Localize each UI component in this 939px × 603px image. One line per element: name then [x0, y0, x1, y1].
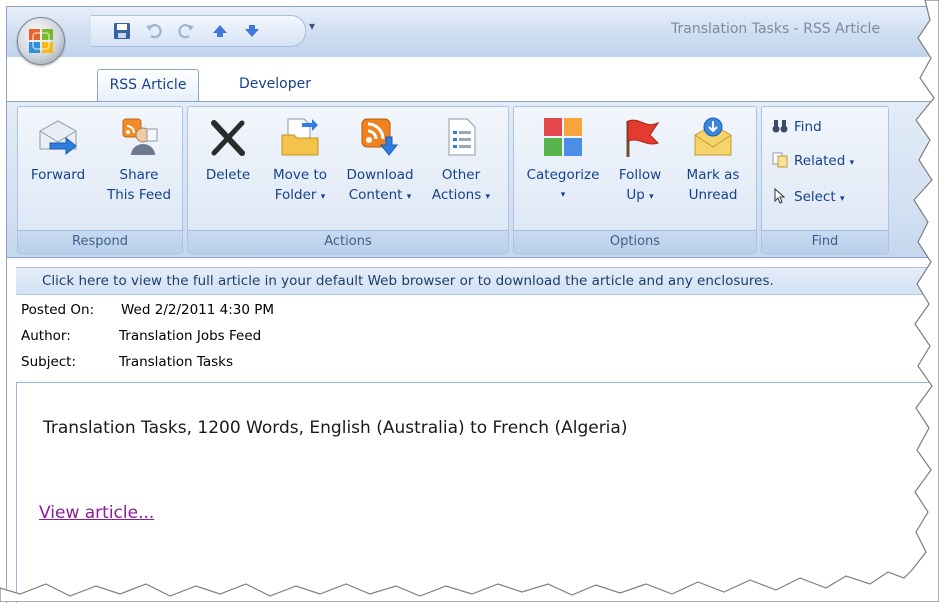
select-button[interactable]: Select ▾ [772, 187, 844, 209]
move-label-1: Move to [272, 167, 328, 183]
info-bar-text: Click here to view the full article in y… [42, 273, 774, 289]
posted-on-value: Wed 2/2/2011 4:30 PM [121, 302, 275, 318]
download-label-2: Content ▾ [348, 187, 412, 203]
info-bar[interactable]: Click here to view the full article in y… [16, 267, 939, 295]
share-feed-button[interactable]: Share This Feed [98, 115, 180, 205]
group-respond-label: Respond [18, 230, 182, 253]
delete-label: Delete [205, 167, 251, 183]
posted-on-label: Posted On: [21, 302, 95, 318]
ribbon-tabs: RSS Article Developer [7, 57, 939, 103]
mark-unread-icon [694, 117, 732, 156]
author-label: Author: [21, 328, 71, 344]
author-row: Author: Translation Jobs Feed [21, 328, 261, 344]
mark-as-unread-button[interactable]: Mark as Unread [678, 115, 748, 205]
window-title: Translation Tasks - RSS Article [671, 21, 881, 37]
share-feed-label-2: This Feed [106, 187, 172, 203]
office-button[interactable] [17, 17, 65, 65]
tab-developer[interactable]: Developer [229, 69, 321, 102]
follow-up-flag-icon [626, 119, 660, 157]
subject-value: Translation Tasks [119, 354, 234, 370]
delete-icon [211, 120, 245, 156]
author-value: Translation Jobs Feed [119, 328, 262, 344]
categorize-icon [544, 118, 582, 156]
download-rss-icon [361, 118, 399, 156]
follow-label-1: Follow [618, 167, 662, 183]
forward-label: Forward [30, 167, 86, 183]
move-folder-icon [281, 118, 319, 156]
categorize-label: Categorize [526, 167, 600, 183]
binoculars-icon [772, 120, 788, 133]
other-label-2: Actions ▾ [431, 187, 491, 203]
group-options-label: Options [514, 230, 756, 253]
categorize-dropdown-arrow: ▾ [560, 190, 566, 200]
download-content-button[interactable]: Download Content ▾ [338, 115, 422, 207]
group-actions-label: Actions [188, 230, 508, 253]
group-find-label: Find [762, 230, 888, 253]
group-actions: Delete Move to Folder ▾ Download Content… [187, 106, 509, 254]
forward-button[interactable]: Forward [22, 115, 94, 185]
forward-icon [39, 120, 77, 156]
posted-on-row: Posted On: Wed 2/2/2011 4:30 PM [21, 302, 274, 318]
cursor-icon [774, 187, 786, 204]
office-logo-icon [29, 29, 53, 53]
group-respond: Forward Share This Feed Respond [17, 106, 183, 254]
ribbon: Forward Share This Feed Respond Delete M… [7, 101, 939, 258]
outlook-window: ▾ Translation Tasks - RSS Article RSS Ar… [6, 6, 939, 603]
move-label-2: Folder ▾ [274, 187, 326, 203]
subject-row: Subject: Translation Tasks [21, 354, 233, 370]
move-to-folder-button[interactable]: Move to Folder ▾ [264, 115, 336, 207]
previous-item-icon[interactable] [209, 20, 231, 42]
group-find: Find Related ▾ Select ▾ Find [761, 106, 889, 254]
share-feed-label-1: Share [119, 167, 159, 183]
other-label-1: Other [441, 167, 481, 183]
mark-label-1: Mark as [686, 167, 740, 183]
article-summary: Translation Tasks, 1200 Words, English (… [43, 418, 628, 438]
related-icon [772, 152, 788, 168]
download-label-1: Download [346, 167, 414, 183]
undo-icon[interactable] [143, 20, 165, 42]
categorize-button[interactable]: Categorize ▾ [520, 115, 606, 205]
follow-label-2: Up ▾ [626, 187, 654, 203]
other-actions-button[interactable]: Other Actions ▾ [424, 115, 498, 207]
delete-button[interactable]: Delete [198, 115, 258, 185]
related-button[interactable]: Related ▾ [772, 151, 854, 173]
follow-up-button[interactable]: Follow Up ▾ [610, 115, 670, 207]
customize-quick-access-button[interactable]: ▾ [309, 19, 315, 33]
message-body: Translation Tasks, 1200 Words, English (… [16, 382, 939, 603]
view-article-link[interactable]: View article... [39, 503, 154, 523]
share-feed-icon [122, 118, 158, 155]
save-icon[interactable] [111, 20, 133, 42]
group-options: Categorize ▾ Follow Up ▾ Mark as Unread … [513, 106, 757, 254]
tab-rss-article[interactable]: RSS Article [97, 69, 199, 103]
subject-label: Subject: [21, 354, 77, 370]
mark-label-2: Unread [688, 187, 738, 203]
title-bar: ▾ Translation Tasks - RSS Article [7, 7, 939, 57]
redo-icon[interactable] [175, 20, 197, 42]
find-button[interactable]: Find [772, 117, 822, 137]
quick-access-toolbar [91, 15, 306, 47]
next-item-icon[interactable] [241, 20, 263, 42]
other-actions-icon [448, 118, 476, 156]
